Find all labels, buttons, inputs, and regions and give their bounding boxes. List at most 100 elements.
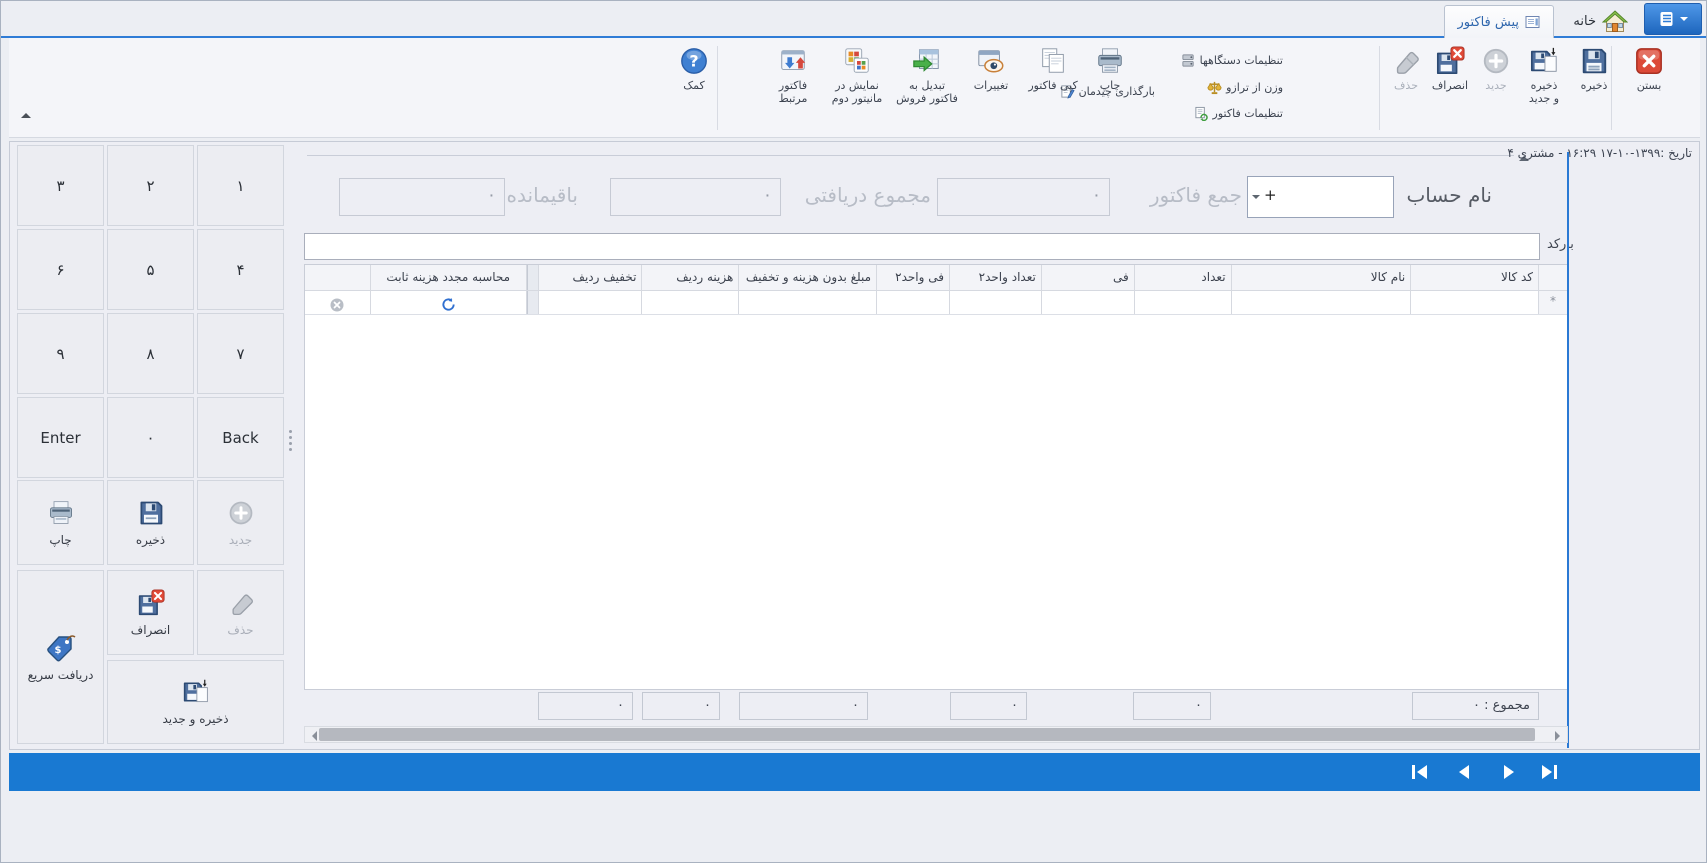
grid-focus-border [1567, 152, 1569, 748]
numpad-key-2[interactable]: ۲ [107, 145, 194, 226]
tab-strip: خانه پیش فاکتور [1, 1, 1706, 38]
help-button[interactable]: ? کمک [673, 42, 715, 134]
row-amount-cell[interactable] [739, 291, 877, 314]
row-cost-cell[interactable] [642, 291, 739, 314]
row-qty-cell[interactable] [1135, 291, 1232, 314]
scale-weight-button[interactable]: وزن از ترازو [1207, 78, 1283, 96]
panel-splitter-handle[interactable] [287, 430, 293, 456]
row-fee-cell[interactable] [1042, 291, 1135, 314]
side-print-button[interactable]: چاپ [17, 480, 104, 565]
last-record-button[interactable] [1538, 762, 1560, 782]
plus-circle-icon [1481, 46, 1511, 76]
next-record-icon [1498, 762, 1520, 782]
horizontal-scrollbar[interactable] [304, 726, 1568, 743]
previous-record-button[interactable] [1453, 762, 1475, 782]
numpad-key-4[interactable]: ۴ [197, 229, 284, 310]
column-header-qty-unit2[interactable]: تعداد واحد۲ [950, 265, 1042, 290]
save-and-new-button[interactable]: ذخیره و جدید [1519, 42, 1569, 134]
column-header-row-cost[interactable]: هزینه ردیف [642, 265, 739, 290]
column-header-item-code[interactable]: کد کالا [1411, 265, 1539, 290]
side-save-and-new-button[interactable]: ذخیره و جدید [107, 660, 284, 744]
column-header-recalc-fixed-cost[interactable]: محاسبه مجدد هزینه ثابت [371, 265, 527, 290]
side-save-button[interactable]: ذخیره [107, 480, 194, 565]
next-record-button[interactable] [1498, 762, 1520, 782]
circle-x-icon [330, 298, 344, 312]
numpad-key-8[interactable]: ۸ [107, 313, 194, 394]
row-delete-cell[interactable] [305, 291, 371, 314]
print-button[interactable]: چاپ [1087, 42, 1133, 134]
chevron-down-icon[interactable] [1252, 195, 1260, 203]
second-monitor-button[interactable]: نمایش در مانیتور دوم [823, 42, 891, 134]
row-separator-cell [527, 291, 539, 314]
column-header-qty[interactable]: تعداد [1135, 265, 1232, 290]
numpad-key-1[interactable]: ۱ [197, 145, 284, 226]
home-icon [1602, 9, 1628, 35]
column-header-fee[interactable]: فی [1042, 265, 1135, 290]
convert-to-sales-invoice-button[interactable]: تبدیل به فاکتور فروش [893, 42, 961, 134]
tab-pre-invoice[interactable]: پیش فاکتور [1444, 5, 1554, 38]
quick-receive-button[interactable]: $ دریافت سریع [17, 570, 104, 744]
scroll-right-arrow-icon[interactable] [1555, 731, 1565, 741]
convert-table-icon [912, 46, 942, 76]
refresh-icon [441, 297, 456, 312]
scroll-left-arrow-icon[interactable] [307, 731, 317, 741]
numpad-key-7[interactable]: ۷ [197, 313, 284, 394]
row-discount-cell[interactable] [539, 291, 643, 314]
invoice-items-grid: محاسبه مجدد هزینه ثابت تخفیف ردیف هزینه … [304, 264, 1568, 690]
floppy-cancel-icon [1435, 46, 1465, 76]
save-button[interactable]: ذخیره [1571, 42, 1617, 134]
scale-icon [1207, 80, 1222, 95]
svg-text:$: $ [54, 645, 61, 656]
record-navigation-bar [9, 753, 1700, 791]
column-header-amount-no-cost-discount[interactable]: مبلغ بدون هزینه و تخفیف [739, 265, 877, 290]
copy-icon [1038, 46, 1068, 76]
total-qty-box: ۰ [1133, 692, 1211, 720]
column-header-fee-unit2[interactable]: فی واحد۲ [877, 265, 950, 290]
menu-icon [1659, 11, 1675, 27]
account-name-combobox[interactable]: + [1247, 176, 1394, 218]
related-invoice-icon [778, 46, 808, 76]
group-header-line [307, 155, 1514, 156]
row-qty-unit2-cell[interactable] [950, 291, 1042, 314]
numpad-key-0[interactable]: ۰ [107, 397, 194, 478]
grid-new-row: * [305, 291, 1567, 315]
device-settings-icon [1181, 53, 1196, 68]
column-header-row-delete[interactable] [305, 265, 371, 290]
numpad-key-3[interactable]: ۳ [17, 145, 104, 226]
remaining-label: باقیمانده [507, 183, 578, 207]
invoice-settings-button[interactable]: تنظیمات فاکتور [1194, 104, 1283, 122]
plus-circle-icon [227, 499, 255, 527]
side-new-button: جدید [197, 480, 284, 565]
changes-eye-icon [976, 46, 1006, 76]
row-fee-unit2-cell[interactable] [877, 291, 950, 314]
cancel-button[interactable]: انصراف [1427, 42, 1473, 134]
close-icon [1634, 46, 1664, 76]
numpad-key-back[interactable]: Back [197, 397, 284, 478]
column-header-row-discount[interactable]: تخفیف ردیف [539, 265, 643, 290]
row-recalc-cell[interactable] [371, 291, 527, 314]
invoice-settings-icon [1194, 106, 1209, 121]
row-item-name-cell[interactable] [1232, 291, 1412, 314]
side-cancel-button[interactable]: انصراف [107, 570, 194, 655]
ribbon-collapse-arrow[interactable] [21, 108, 31, 118]
total-row-discount-box: ۰ [538, 692, 633, 720]
scrollbar-thumb[interactable] [319, 728, 1535, 741]
related-invoice-button[interactable]: فاکتور مرتبط [765, 42, 821, 134]
row-item-code-cell[interactable] [1411, 291, 1539, 314]
device-settings-button[interactable]: تنظیمات دستگاهها [1181, 51, 1283, 69]
new-row-indicator: * [1539, 291, 1567, 314]
copy-invoice-button[interactable]: کپی فاکتور [1021, 42, 1085, 134]
barcode-input[interactable] [304, 233, 1540, 260]
numpad-key-9[interactable]: ۹ [17, 313, 104, 394]
main-menu-button[interactable] [1644, 3, 1702, 35]
grid-header-row: محاسبه مجدد هزینه ثابت تخفیف ردیف هزینه … [305, 265, 1567, 291]
numpad-key-5[interactable]: ۵ [107, 229, 194, 310]
column-header-item-name[interactable]: نام کالا [1232, 265, 1412, 290]
numpad-key-enter[interactable]: Enter [17, 397, 104, 478]
close-button[interactable]: بستن [1619, 42, 1679, 134]
first-record-button[interactable] [1409, 762, 1431, 782]
changes-button[interactable]: تغییرات [963, 42, 1019, 134]
numpad-key-6[interactable]: ۶ [17, 229, 104, 310]
tab-home[interactable]: خانه [1561, 5, 1640, 38]
first-record-icon [1409, 762, 1431, 782]
